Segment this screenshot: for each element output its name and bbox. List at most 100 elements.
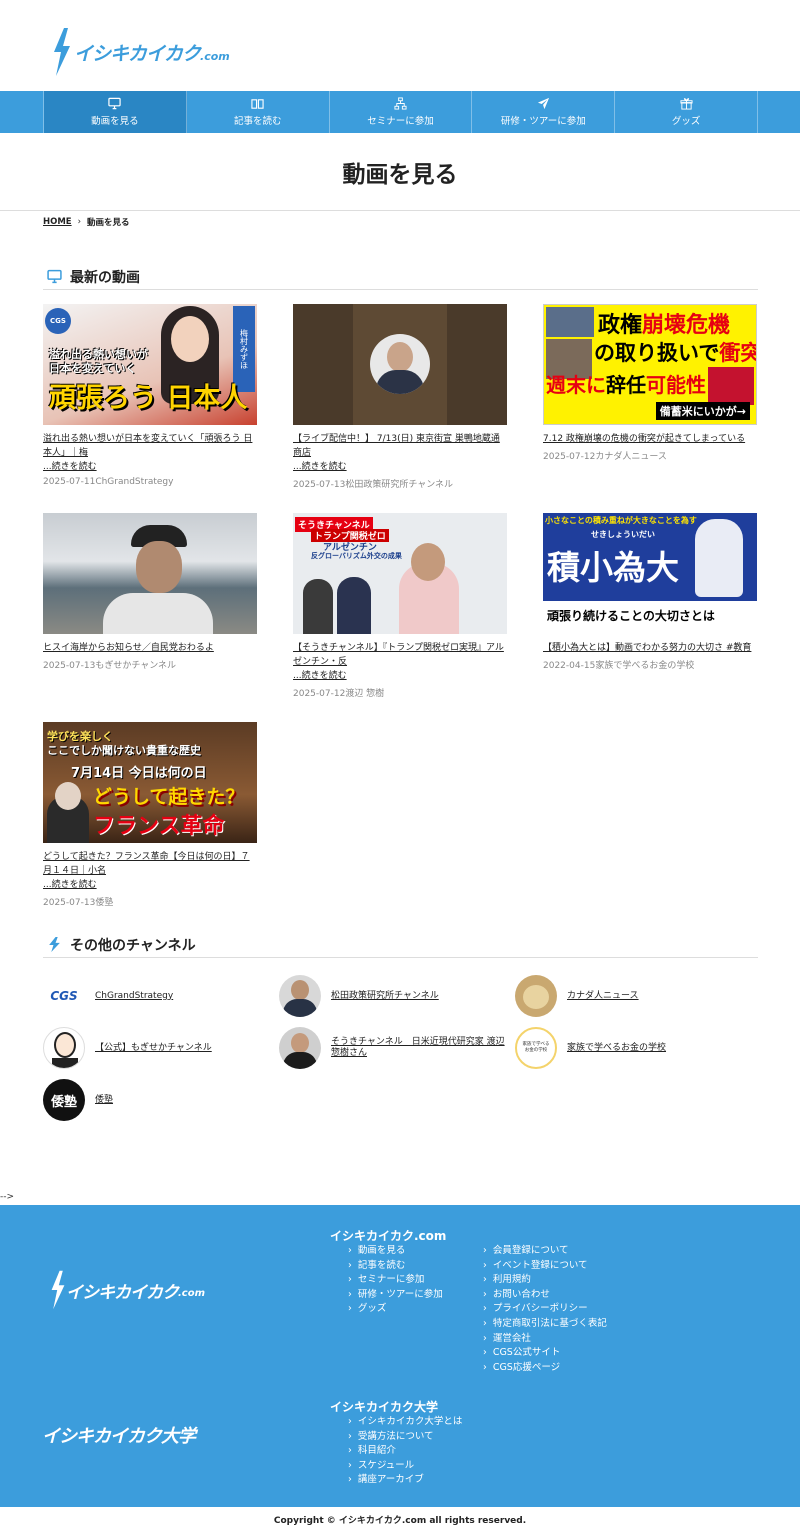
video-thumbnail[interactable] — [293, 304, 507, 425]
footer-link[interactable]: 受講方法について — [348, 1430, 462, 1445]
channel-name: カナダ人ニュース — [567, 990, 639, 1001]
breadcrumb-current: 動画を見る — [87, 218, 130, 228]
footer-logo[interactable]: イシキカイカク .com — [50, 1270, 205, 1310]
channel-list: CGS ChGrandStrategy 松田政策研究所チャンネル カナダ人ニュー… — [43, 975, 758, 1121]
video-channel: 松田政策研究所チャンネル — [345, 480, 454, 490]
channel-item[interactable]: 家族で学べる お金の学校 家族で学べるお金の学校 — [515, 1027, 751, 1069]
footer-link[interactable]: CGS公式サイト — [483, 1346, 607, 1361]
video-title[interactable]: ヒスイ海岸からお知らせ／自民党おわるよ — [43, 641, 257, 655]
footer-link[interactable]: 利用規約 — [483, 1273, 607, 1288]
footer-logo-suffix: .com — [178, 1287, 206, 1299]
bolt-icon — [51, 1270, 65, 1310]
stray-text: --> — [0, 1192, 15, 1202]
footer-links-site: 動画を見る 記事を読む セミナーに参加 研修・ツアーに参加 グッズ — [348, 1244, 443, 1317]
site-logo[interactable]: イシキカイカク .com — [52, 28, 230, 76]
monitor-icon — [108, 97, 122, 110]
channel-item[interactable]: カナダ人ニュース — [515, 975, 751, 1017]
video-title[interactable]: 7.12 政権崩壊の危機の衝突が起きてしまっている — [543, 432, 757, 446]
channel-name: ChGrandStrategy — [95, 990, 174, 1001]
nav-item-videos[interactable]: 動画を見る — [44, 91, 187, 133]
video-thumbnail[interactable]: 小さなことの積み重ねが大きなことを為す せきしょういだい 積小為大 頑張り続ける… — [543, 513, 757, 634]
channel-name: 【公式】もぎせかチャンネル — [95, 1042, 212, 1053]
footer-link[interactable]: スケジュール — [348, 1459, 462, 1474]
person-face — [411, 543, 445, 581]
video-title[interactable]: 【ライブ配信中！】 7/13(日) 東京街宣 巣鴨地蔵通商店 — [293, 432, 507, 460]
footer-link[interactable]: 会員登録について — [483, 1244, 607, 1259]
logo-suffix: .com — [200, 49, 230, 63]
person-image — [303, 579, 333, 634]
read-more-link[interactable]: ...続きを読む — [293, 669, 507, 683]
video-title[interactable]: 【そうきチャンネル】『トランプ関税ゼロ実現』アルゼンチン・反 — [293, 641, 507, 669]
video-title[interactable]: 溢れ出る熱い想いが日本を変えていく「頑張ろう 日本人」｜梅 — [43, 432, 257, 460]
footer-link[interactable]: CGS応援ページ — [483, 1361, 607, 1376]
video-title[interactable]: 【積小為大とは】動画でわかる努力の大切さ #教育 — [543, 641, 757, 655]
footer-link[interactable]: 講座アーカイブ — [348, 1473, 462, 1488]
footer-link[interactable]: グッズ — [348, 1302, 443, 1317]
channel-item[interactable]: 倭塾 倭塾 — [43, 1079, 279, 1121]
channel-name: 倭塾 — [95, 1094, 114, 1105]
footer-link[interactable]: 特定商取引法に基づく表記 — [483, 1317, 607, 1332]
nav-item-goods[interactable]: グッズ — [615, 91, 758, 133]
video-thumbnail[interactable]: CGS 梅村みずほ 溢れ出る熱い想いが 日本を変えていく 頑張ろう 日本人 — [43, 304, 257, 425]
footer-link[interactable]: イベント登録について — [483, 1259, 607, 1274]
breadcrumb-home[interactable]: HOME — [43, 217, 72, 227]
channel-item[interactable]: 【公式】もぎせかチャンネル — [43, 1027, 279, 1069]
footer-link[interactable]: お問い合わせ — [483, 1288, 607, 1303]
person-body — [103, 593, 213, 634]
video-date: 2025-07-13 — [43, 898, 96, 908]
video-thumbnail[interactable]: 学びを楽しく ここでしか聞けない貴重な歴史 7月14日 今日は何の日 どうして起… — [43, 722, 257, 843]
footer-link[interactable]: セミナーに参加 — [348, 1273, 443, 1288]
channel-item[interactable]: 松田政策研究所チャンネル — [279, 975, 515, 1017]
site-header: イシキカイカク .com — [0, 0, 800, 91]
video-card: 学びを楽しく ここでしか聞けない貴重な歴史 7月14日 今日は何の日 どうして起… — [43, 722, 257, 931]
read-more-link[interactable]: ...続きを読む — [43, 460, 257, 474]
read-more-link[interactable]: ...続きを読む — [43, 878, 257, 892]
channel-avatar — [279, 1027, 321, 1069]
footer-links-info: 会員登録について イベント登録について 利用規約 お問い合わせ プライバシーポリ… — [483, 1244, 607, 1375]
thumb-line: ここでしか聞けない貴重な歴史 — [47, 744, 201, 757]
footer-links-university: イシキカイカク大学とは 受講方法について 科目紹介 スケジュール 講座アーカイブ — [348, 1415, 463, 1488]
footer-link[interactable]: 科目紹介 — [348, 1444, 462, 1459]
video-title[interactable]: どうして起きた？フランス革命【今日は何の日】７月１４日｜小名 — [43, 850, 257, 878]
footer-link[interactable]: 記事を読む — [348, 1259, 443, 1274]
flag-image — [708, 367, 754, 405]
channel-name: 松田政策研究所チャンネル — [331, 990, 439, 1001]
video-card: 政権崩壊危機 の取り扱いで衝突 週末に辞任可能性 備蓄米にいかが→ 7.12 政… — [543, 304, 757, 513]
footer-link[interactable]: イシキカイカク大学とは — [348, 1415, 463, 1430]
channel-avatar — [515, 975, 557, 1017]
copyright: Copyright © イシキカイカク.com all rights reser… — [273, 1516, 527, 1526]
read-more-link[interactable]: ...続きを読む — [293, 460, 507, 474]
chevron-right-icon: › — [77, 217, 82, 227]
thumb-line: 週末に辞任可能性 — [546, 373, 706, 397]
footer-link[interactable]: 運営会社 — [483, 1332, 607, 1347]
channel-avatar: CGS — [43, 975, 85, 1017]
nav-label: グッズ — [671, 116, 701, 127]
plane-icon — [537, 97, 549, 110]
nav-item-seminar[interactable]: セミナーに参加 — [330, 91, 473, 133]
network-icon — [394, 97, 407, 110]
footer-link[interactable]: 動画を見る — [348, 1244, 443, 1259]
site-footer: イシキカイカク .com イシキカイカク大学 イシキカイカク.com 動画を見る… — [0, 1205, 800, 1507]
nav-item-tour[interactable]: 研修・ツアーに参加 — [472, 91, 616, 133]
video-thumbnail[interactable]: 政権崩壊危機 の取り扱いで衝突 週末に辞任可能性 備蓄米にいかが→ — [543, 304, 757, 425]
person-face — [171, 316, 209, 362]
video-channel: 家族で学べるお金の学校 — [595, 661, 695, 671]
thumb-line: 反グローバリズム外交の成果 — [311, 552, 402, 560]
latest-videos-heading: 最新の動画 — [43, 264, 758, 290]
bolt-icon — [49, 937, 60, 952]
nav-item-articles[interactable]: 記事を読む — [187, 91, 330, 133]
nav-label: 動画を見る — [91, 116, 139, 127]
video-thumbnail[interactable]: そうきチャンネル トランプ関税ゼロ アルゼンチン 反グローバリズム外交の成果 — [293, 513, 507, 634]
channel-item[interactable]: CGS ChGrandStrategy — [43, 975, 279, 1017]
thumb-line: の取り扱いで衝突 — [594, 341, 756, 365]
video-thumbnail[interactable] — [43, 513, 257, 634]
channel-avatar: 倭塾 — [43, 1079, 85, 1121]
nav-label: 研修・ツアーに参加 — [500, 116, 586, 127]
channel-item[interactable]: そうきチャンネル 日米近現代研究家 渡辺惣樹さん — [279, 1027, 515, 1069]
video-channel: 渡辺 惣樹 — [345, 689, 385, 699]
footer-university-logo[interactable]: イシキカイカク大学 — [42, 1422, 196, 1448]
channel-avatar: 家族で学べる お金の学校 — [515, 1027, 557, 1069]
video-channel: 倭塾 — [95, 898, 114, 908]
footer-link[interactable]: 研修・ツアーに参加 — [348, 1288, 443, 1303]
footer-link[interactable]: プライバシーポリシー — [483, 1302, 607, 1317]
